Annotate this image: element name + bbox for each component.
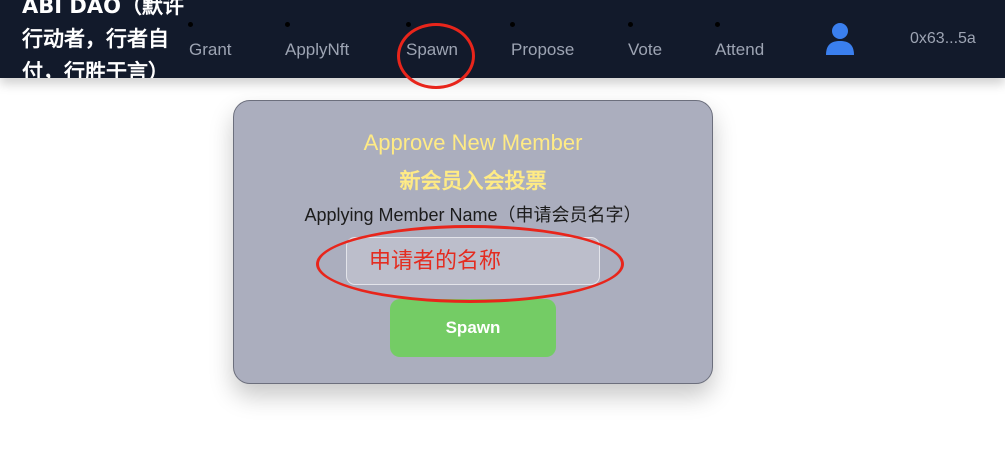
user-icon[interactable] — [825, 22, 855, 56]
nav-dot — [285, 22, 290, 27]
nav-dot — [628, 22, 633, 27]
card-subtitle: 新会员入会投票 — [399, 169, 547, 193]
nav-item-propose[interactable]: Propose — [511, 40, 574, 60]
member-name-input[interactable] — [346, 237, 600, 285]
member-name-label: Applying Member Name（申请会员名字） — [304, 205, 642, 225]
nav-dot — [510, 22, 515, 27]
nav-item-applynft[interactable]: ApplyNft — [285, 40, 349, 60]
spawn-button[interactable]: Spawn — [390, 299, 556, 357]
top-navbar: ABI DAO（默许行动者，行者自付，行胜于言） Grant ApplyNft … — [0, 0, 1005, 78]
nav-dot — [188, 22, 193, 27]
nav-item-grant[interactable]: Grant — [189, 40, 232, 60]
nav-dot — [406, 22, 411, 27]
nav-item-attend[interactable]: Attend — [715, 40, 764, 60]
brand-title[interactable]: ABI DAO（默许行动者，行者自付，行胜于言） — [22, 0, 192, 78]
card-title: Approve New Member — [363, 130, 583, 155]
wallet-address[interactable]: 0x63...5a — [910, 30, 976, 48]
nav-dot — [715, 22, 720, 27]
nav-item-spawn[interactable]: Spawn — [406, 40, 458, 60]
approve-member-card: Approve New Member 新会员入会投票 Applying Memb… — [233, 100, 713, 384]
nav-item-vote[interactable]: Vote — [628, 40, 662, 60]
